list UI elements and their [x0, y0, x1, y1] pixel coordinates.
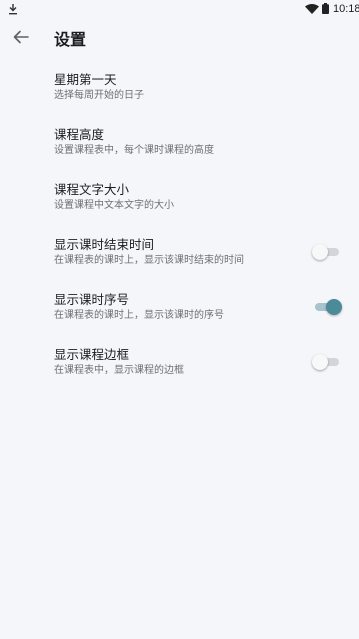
- setting-title: 课程高度: [54, 127, 105, 142]
- setting-description: 选择每周开始的日子: [54, 90, 144, 101]
- switch-thumb: [312, 244, 328, 260]
- setting-first-day-of-week[interactable]: 星期第一天 选择每周开始的日子: [0, 66, 359, 121]
- setting-description: 在课程表的课时上，显示该课时结束的时间: [54, 255, 244, 266]
- show-course-border-switch[interactable]: [312, 353, 339, 371]
- setting-title: 课程文字大小: [54, 182, 130, 197]
- back-arrow-icon: [13, 30, 29, 44]
- setting-course-height[interactable]: 课程高度 设置课程表中，每个课时课程的高度: [0, 121, 359, 176]
- back-button[interactable]: [6, 22, 36, 52]
- page-title: 设置: [54, 30, 87, 49]
- battery-icon: [322, 3, 329, 14]
- status-time: 10:18: [333, 3, 359, 15]
- switch-thumb: [326, 299, 342, 315]
- setting-show-period-number[interactable]: 显示课时序号 在课程表的课时上，显示该课时的序号: [0, 286, 359, 341]
- setting-course-font-size[interactable]: 课程文字大小 设置课程中文本文字的大小: [0, 176, 359, 231]
- status-bar: 10:18: [0, 0, 359, 18]
- wifi-icon: [305, 4, 319, 14]
- app-bar: 设置: [0, 18, 359, 62]
- show-end-time-switch[interactable]: [312, 243, 339, 261]
- download-icon: [9, 4, 17, 15]
- setting-show-course-border[interactable]: 显示课程边框 在课程表中，显示课程的边框: [0, 341, 359, 396]
- setting-title: 显示课程边框: [54, 347, 130, 362]
- setting-title: 显示课时结束时间: [54, 237, 155, 252]
- setting-description: 在课程表的课时上，显示该课时的序号: [54, 310, 224, 321]
- setting-title: 星期第一天: [54, 72, 117, 87]
- settings-list: 星期第一天 选择每周开始的日子 课程高度 设置课程表中，每个课时课程的高度 课程…: [0, 66, 359, 396]
- switch-thumb: [312, 354, 328, 370]
- setting-show-end-time[interactable]: 显示课时结束时间 在课程表的课时上，显示该课时结束的时间: [0, 231, 359, 286]
- setting-description: 在课程表中，显示课程的边框: [54, 365, 184, 376]
- setting-title: 显示课时序号: [54, 292, 130, 307]
- setting-description: 设置课程中文本文字的大小: [54, 200, 174, 211]
- show-period-number-switch[interactable]: [315, 298, 342, 316]
- setting-description: 设置课程表中，每个课时课程的高度: [54, 145, 214, 156]
